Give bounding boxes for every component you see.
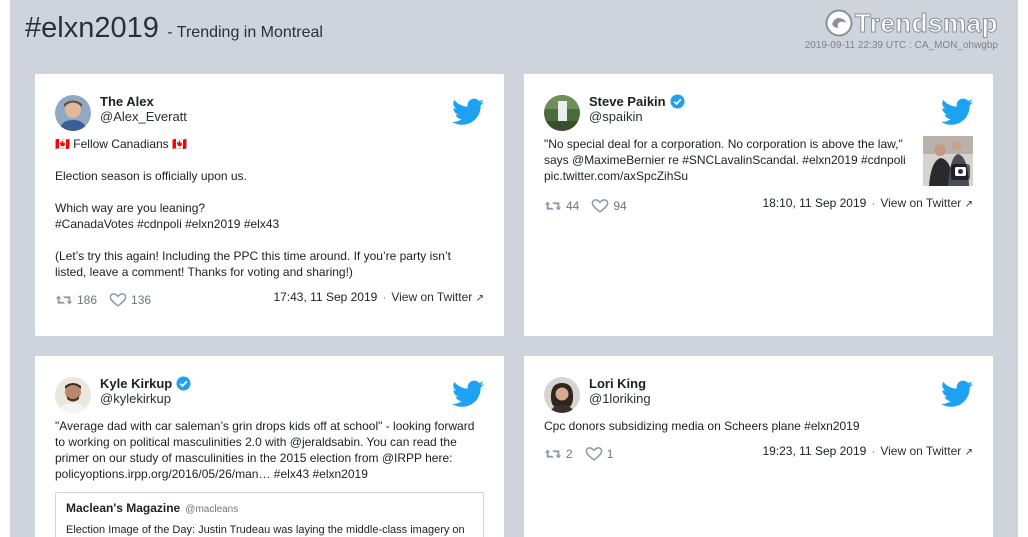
twitter-bird-icon[interactable] [452, 98, 484, 126]
heart-icon [109, 293, 127, 307]
tweet-card: Steve Paikin @spaikin "No special deal f… [524, 74, 993, 336]
quoted-author-handle: @macleans [185, 504, 239, 515]
author-name[interactable]: Steve Paikin [589, 94, 685, 109]
tweet-image-thumbnail[interactable] [923, 136, 973, 186]
view-on-twitter-link[interactable]: View on Twitter ↗ [880, 196, 973, 210]
avatar-image [55, 95, 91, 131]
heart-icon [591, 199, 609, 213]
like-count[interactable]: 1 [585, 446, 613, 462]
tweet-timestamp[interactable]: 19:23, 11 Sep 2019 [762, 444, 866, 458]
like-count[interactable]: 94 [591, 198, 627, 214]
author-handle[interactable]: @1loriking [589, 391, 651, 406]
author-name[interactable]: Lori King [589, 376, 646, 391]
twitter-bird-icon[interactable] [452, 380, 484, 408]
author-name[interactable]: Kyle Kirkup [100, 376, 191, 391]
tweet-author: Kyle Kirkup @kylekirkup [55, 376, 484, 414]
separator-dot: · [382, 290, 387, 304]
tweet-paragraph: Which way are you leaning? #CanadaVotes … [55, 201, 280, 231]
retweet-count[interactable]: 2 [544, 446, 573, 462]
trending-location: - Trending in Montreal [167, 24, 323, 41]
header: #elxn2019 - Trending in Montreal Trendsm… [25, 7, 1003, 70]
tweet-timestamp[interactable]: 18:10, 11 Sep 2019 [762, 196, 866, 210]
external-link-icon: ↗ [964, 199, 973, 210]
tweet-paragraph: 🇨🇦 Fellow Canadians 🇨🇦 [55, 137, 187, 151]
retweet-icon [544, 449, 562, 459]
retweet-icon [55, 295, 73, 305]
avatar[interactable] [544, 377, 580, 413]
tweet-text: "Average dad with car saleman’s grin dro… [55, 418, 484, 482]
tweet-text: "No special deal for a corporation. No c… [544, 136, 912, 184]
photo-thumbnail [923, 136, 973, 186]
tweet-card: Kyle Kirkup @kylekirkup "Average dad wit… [35, 356, 504, 537]
tweet-time-link: 19:23, 11 Sep 2019 · View on Twitter ↗ [762, 444, 973, 458]
trendsmap-logo[interactable]: Trendsmap [825, 7, 998, 38]
like-count[interactable]: 136 [109, 292, 151, 308]
avatar[interactable] [544, 95, 580, 131]
view-on-twitter-link[interactable]: View on Twitter ↗ [391, 290, 484, 304]
tweet-text: 🇨🇦 Fellow Canadians 🇨🇦 Election season i… [55, 136, 484, 280]
avatar-image [55, 377, 91, 413]
author-name[interactable]: The Alex [100, 94, 154, 109]
tweet-text: Cpc donors subsidizing media on Scheers … [544, 418, 973, 434]
page-title: #elxn2019 - Trending in Montreal [25, 12, 323, 45]
hashtag-title: #elxn2019 [25, 12, 159, 44]
tweet-paragraph: "Average dad with car saleman’s grin dro… [55, 419, 475, 481]
avatar-image [544, 95, 580, 131]
author-handle[interactable]: @kylekirkup [100, 391, 171, 406]
tweet-time-link: 18:10, 11 Sep 2019 · View on Twitter ↗ [762, 196, 973, 210]
view-on-twitter-link[interactable]: View on Twitter ↗ [880, 444, 973, 458]
tweet-timestamp[interactable]: 17:43, 11 Sep 2019 [273, 290, 377, 304]
twitter-bird-icon[interactable] [941, 98, 973, 126]
separator-dot: · [871, 444, 876, 458]
tweet-footer: 186 136 17:43, 11 Sep 2019 · View on Twitt… [55, 290, 484, 316]
tweet-author: Steve Paikin @spaikin [544, 94, 973, 132]
separator-dot: · [871, 196, 876, 210]
twitter-bird-icon[interactable] [941, 380, 973, 408]
heart-icon [585, 447, 603, 461]
verified-badge-icon [176, 376, 191, 391]
tweet-stats: 44 94 [544, 198, 639, 214]
brand-name: Trendsmap [854, 7, 998, 38]
tweet-paragraph: "No special deal for a corporation. No c… [544, 137, 906, 183]
external-link-icon: ↗ [964, 447, 973, 458]
tweet-footer: 2 1 19:23, 11 Sep 2019 · View on Twitter ↗ [544, 444, 973, 470]
tweet-author: The Alex @Alex_Everatt [55, 94, 484, 132]
tweet-footer: 44 94 18:10, 11 Sep 2019 · View on Twitter… [544, 196, 973, 222]
quoted-author: Maclean's Magazine @macleans [66, 501, 473, 517]
tweet-card: The Alex @Alex_Everatt 🇨🇦 Fellow Canadia… [35, 74, 504, 336]
retweet-count[interactable]: 44 [544, 198, 579, 214]
timestamp-meta: 2019-09-11 22:39 UTC : CA_MON_ohwgbp [804, 40, 998, 51]
page-background: #elxn2019 - Trending in Montreal Trendsm… [10, 0, 1018, 537]
tweet-stats: 186 136 [55, 292, 163, 308]
author-handle[interactable]: @spaikin [589, 109, 643, 124]
author-handle[interactable]: @Alex_Everatt [100, 109, 187, 124]
verified-badge-icon [670, 94, 685, 109]
avatar[interactable] [55, 377, 91, 413]
quoted-author-name: Maclean's Magazine [66, 501, 181, 515]
avatar-image [544, 377, 580, 413]
external-link-icon: ↗ [475, 293, 484, 304]
avatar[interactable] [55, 95, 91, 131]
tweet-paragraph: Election season is officially upon us. [55, 169, 247, 183]
tweet-paragraph: (Let’s try this again! Including the PPC… [55, 249, 451, 279]
tweet-author: Lori King @1loriking [544, 376, 973, 414]
quoted-tweet[interactable]: Maclean's Magazine @macleans Election Im… [55, 492, 484, 537]
tweet-time-link: 17:43, 11 Sep 2019 · View on Twitter ↗ [273, 290, 484, 304]
tweet-card: Lori King @1loriking Cpc donors subsidiz… [524, 356, 993, 537]
retweet-count[interactable]: 186 [55, 292, 97, 308]
tweet-stats: 2 1 [544, 446, 625, 462]
tweet-paragraph: Cpc donors subsidizing media on Scheers … [544, 419, 860, 433]
retweet-icon [544, 201, 562, 211]
trendsmap-logo-icon [825, 9, 853, 37]
quoted-tweet-text: Election Image of the Day: Justin Trudea… [66, 524, 465, 536]
